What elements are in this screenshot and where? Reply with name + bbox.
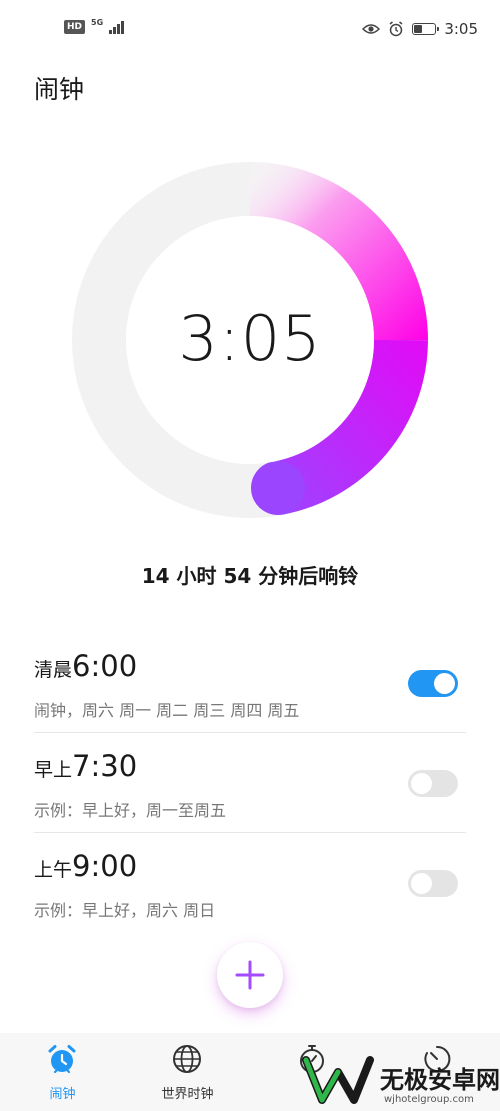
hd-badge: HD: [64, 20, 86, 34]
watermark-logo-icon: [302, 1056, 374, 1104]
alarm-subtitle: 示例：早上好，周一至周五: [34, 801, 227, 820]
next-alarm-countdown: 14 小时 54 分钟后响铃: [141, 564, 359, 588]
alarm-period: 早上: [34, 759, 73, 781]
signal-icon: [109, 20, 125, 34]
alarm-time-line: 上午 9:00: [34, 849, 137, 883]
add-alarm-button[interactable]: [217, 942, 283, 1008]
alarm-item[interactable]: 清晨 6:00 闹钟，周六 周一 周二 周三 周四 周五: [0, 633, 500, 733]
status-right: 3:05: [362, 20, 478, 38]
toggle-knob: [434, 673, 455, 694]
toggle-knob: [411, 873, 432, 894]
alarm-time: 6:00: [72, 649, 138, 683]
alarm-icon: [389, 21, 403, 37]
alarm-toggle[interactable]: [408, 770, 458, 797]
alarm-subtitle: 闹钟，周六 周一 周二 周三 周四 周五: [34, 701, 300, 720]
page-title: 闹钟: [34, 75, 85, 104]
watermark: 无极安卓网 wjhotelgroup.com: [296, 1048, 500, 1111]
watermark-text: 无极安卓网: [380, 1066, 500, 1094]
battery-icon: [412, 23, 440, 35]
clock-time: 3:05: [178, 302, 322, 375]
globe-icon: [173, 1045, 201, 1073]
alarm-item[interactable]: 早上 7:30 示例：早上好，周一至周五: [0, 733, 500, 833]
tab-label: 闹钟: [49, 1087, 76, 1102]
status-time: 3:05: [444, 20, 478, 38]
watermark-url: wjhotelgroup.com: [384, 1094, 474, 1105]
alarm-time: 9:00: [72, 849, 138, 883]
alarm-list: 清晨 6:00 闹钟，周六 周一 周二 周三 周四 周五 早上 7:30 示例：…: [0, 633, 500, 933]
tab-label: 世界时钟: [161, 1087, 214, 1102]
alarm-time-line: 清晨 6:00: [34, 649, 137, 683]
battery-fill: [414, 25, 422, 33]
alarm-item[interactable]: 上午 9:00 示例：早上好，周六 周日: [0, 833, 500, 933]
alarm-clock-icon: [48, 1045, 76, 1074]
plus-icon: [235, 960, 265, 990]
alarm-subtitle: 示例：早上好，周六 周日: [34, 901, 216, 920]
clock-ring: 3:05: [72, 162, 428, 518]
alarm-time: 7:30: [72, 749, 138, 783]
toggle-knob: [411, 773, 432, 794]
network-badge: 5G: [91, 17, 104, 27]
alarm-toggle[interactable]: [408, 670, 458, 697]
tab-alarm[interactable]: 闹钟: [0, 1033, 125, 1111]
alarm-period: 上午: [34, 859, 73, 881]
alarm-period: 清晨: [34, 659, 73, 681]
tab-world-clock[interactable]: 世界时钟: [125, 1033, 250, 1111]
status-bar: HD 5G 3:05: [0, 0, 500, 60]
eye-icon: [362, 24, 381, 34]
ring-progress-cap: [251, 461, 305, 515]
alarm-time-line: 早上 7:30: [34, 749, 137, 783]
alarm-toggle[interactable]: [408, 870, 458, 897]
status-left: HD 5G: [64, 17, 125, 34]
